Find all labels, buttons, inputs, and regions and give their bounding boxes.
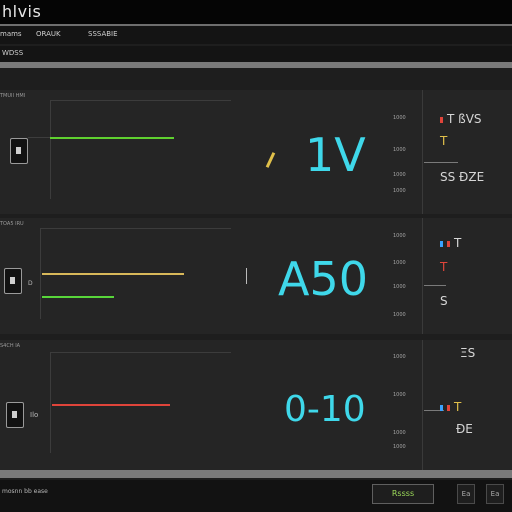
panel-1-scale-label: 1000	[393, 147, 406, 153]
panel-2-side-line: S	[440, 294, 448, 308]
panel-1-alert-mark	[265, 152, 276, 168]
panel-3-scale-label: 1000	[393, 354, 406, 360]
panel-3-scale-label: 1000	[393, 430, 406, 436]
panel-2-trace	[42, 296, 114, 298]
panel-2-side-line: T	[454, 236, 462, 250]
tab-bar: mams ORAUK SSSABIE	[0, 26, 512, 44]
tab-mams[interactable]: mams	[0, 30, 22, 38]
panel-2-value: A50	[278, 252, 369, 306]
panel-1-scale-label: 1000	[393, 115, 406, 121]
panel-3-side-line: T	[454, 400, 462, 414]
panel-1-chart	[50, 100, 231, 199]
title-bar: hlvis	[0, 0, 512, 24]
panel-1-value: 1V	[305, 128, 366, 182]
tab-sssabie[interactable]: SSSABIE	[88, 30, 118, 38]
panel-1-side-line: T	[440, 134, 448, 148]
panel-1-connector	[28, 137, 50, 138]
panel-2-trace	[42, 273, 184, 275]
panel-1-scale-label: 1000	[393, 172, 406, 178]
panel-3-scale-label: 1000	[393, 444, 406, 450]
panel-2-scale-label: 1000	[393, 284, 406, 290]
panel-1-divider	[422, 90, 423, 214]
main-separator	[0, 62, 512, 68]
panel-2-divider	[422, 218, 423, 334]
panel-3-side-line: ΞS	[460, 346, 476, 360]
panel-1-side-line: SS ÐZE	[440, 170, 485, 184]
panel-1-scale-label: 1000	[393, 188, 406, 194]
panel-2-marker-label: D	[28, 280, 33, 287]
panel-3-divider	[422, 340, 423, 470]
panel-2-side-readout: T T S	[440, 232, 512, 322]
monitor-panel-2: TOA5 IRU D A50 1000 1000 1000 1000 T T S	[0, 218, 512, 334]
panel-3-scale-label: 1000	[393, 392, 406, 398]
panel-1-side-readout: T ßVS T SS ÐZE	[440, 108, 512, 198]
panel-2-cursor-mark	[246, 268, 247, 284]
panel-3-side-line: ÐE	[456, 422, 473, 436]
status-text: mosnn bb ease	[2, 488, 48, 495]
panel-3-trace	[52, 404, 170, 406]
tab-orauk[interactable]: ORAUK	[36, 30, 61, 38]
monitor-panel-3: S4CH IA Ilo 0-10 1000 1000 1000 1000 ΞS …	[0, 340, 512, 470]
bottom-separator	[0, 470, 512, 478]
panel-2-knob[interactable]	[4, 268, 22, 294]
sub-header-label: WDSS	[2, 49, 24, 57]
panel-2-header: TOA5 IRU	[0, 221, 24, 227]
panel-3-chart	[50, 352, 231, 453]
secondary-button-1[interactable]: Ea	[457, 484, 475, 504]
panel-1-side-line: T ßVS	[447, 112, 482, 126]
secondary-button-2[interactable]: Ea	[486, 484, 504, 504]
panel-3-marker-label: Ilo	[30, 411, 39, 419]
status-bar: mosnn bb ease Rssss Ea Ea	[0, 480, 512, 512]
panel-3-knob[interactable]	[6, 402, 24, 428]
panel-2-scale-label: 1000	[393, 260, 406, 266]
panel-2-scale-label: 1000	[393, 312, 406, 318]
panel-1-trace	[50, 137, 174, 139]
panel-2-side-line: T	[440, 260, 448, 274]
panel-3-side-readout: ΞS T ÐE	[440, 344, 512, 454]
sub-header: WDSS	[0, 46, 512, 62]
panel-1-knob[interactable]	[10, 138, 28, 164]
primary-button[interactable]: Rssss	[372, 484, 434, 504]
monitor-panel-1: TMUII HMI 1V 1000 1000 1000 1000 T ßVS T…	[0, 90, 512, 214]
panel-3-value: 0-10	[284, 389, 366, 430]
panel-2-scale-label: 1000	[393, 233, 406, 239]
app-title: hlvis	[2, 2, 42, 21]
panel-1-header: TMUII HMI	[0, 93, 26, 99]
panel-3-header: S4CH IA	[0, 343, 21, 349]
